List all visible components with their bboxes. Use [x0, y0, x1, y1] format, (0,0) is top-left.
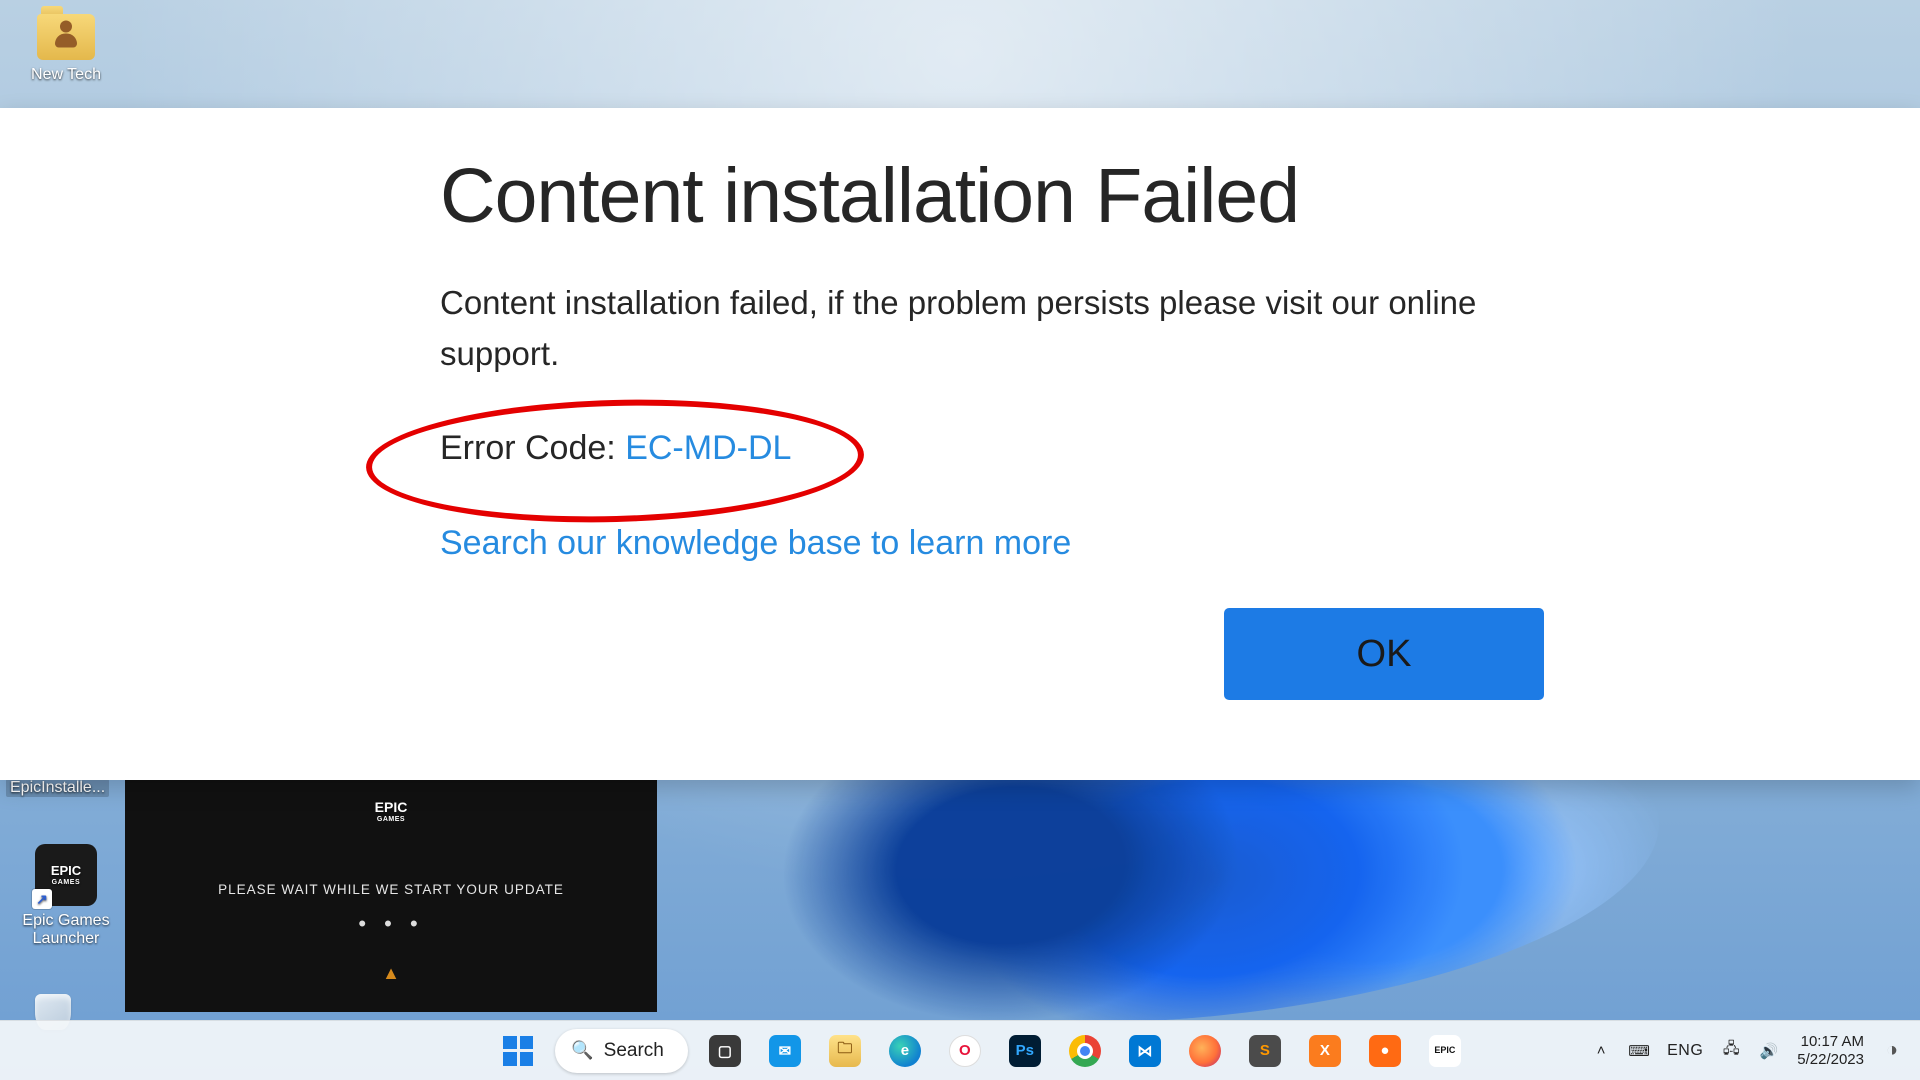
edge-icon: e [889, 1035, 921, 1067]
taskbar-app-firefox[interactable] [1182, 1028, 1228, 1074]
firefox-icon [1189, 1035, 1221, 1067]
task-view-icon: ▢ [709, 1035, 741, 1067]
clock-time: 10:17 AM [1797, 1033, 1864, 1051]
clock-date: 5/22/2023 [1797, 1051, 1864, 1069]
error-code-row: Error Code: EC-MD-DL [440, 425, 821, 472]
epic-games-updater-window[interactable]: EPIC GAMES PLEASE WAIT WHILE WE START YO… [125, 780, 657, 1012]
mail-icon: ✉ [769, 1035, 801, 1067]
epic-games-logo-icon: EPIC GAMES [360, 780, 422, 842]
desktop-icon-new-tech-folder[interactable]: New Tech [18, 14, 114, 84]
search-icon: 🔍 [571, 1040, 593, 1061]
folder-icon: 🗀 [829, 1035, 861, 1067]
warning-icon: ▲ [125, 963, 657, 984]
windows-logo-icon [503, 1036, 533, 1066]
knowledge-base-link[interactable]: Search our knowledge base to learn more [440, 524, 1480, 563]
epic-games-taskbar-icon: EPIC [1429, 1035, 1461, 1067]
error-code-label: Error Code: [440, 429, 625, 467]
photoshop-icon: Ps [1009, 1035, 1041, 1067]
recorder-icon: ● [1369, 1035, 1401, 1067]
desktop-icon-label: New Tech [31, 66, 101, 84]
taskbar-app-photoshop[interactable]: Ps [1002, 1028, 1048, 1074]
error-dialog: Content installation Failed Content inst… [0, 108, 1920, 780]
ok-button[interactable]: OK [1224, 608, 1544, 700]
taskbar-app-chrome[interactable] [1062, 1028, 1108, 1074]
taskbar-app-vscode[interactable]: ⋈ [1122, 1028, 1168, 1074]
dialog-title: Content installation Failed [440, 156, 1480, 237]
vscode-icon: ⋈ [1129, 1035, 1161, 1067]
notification-center-button[interactable]: ◑ [1882, 1041, 1902, 1061]
desktop-icon-epic-installer-label[interactable]: EpicInstalle... [6, 779, 109, 797]
taskbar-search[interactable]: 🔍 Search [555, 1029, 688, 1073]
taskbar-app-file-explorer[interactable]: 🗀 [822, 1028, 868, 1074]
xampp-icon: X [1309, 1035, 1341, 1067]
taskbar-app-screen-recorder[interactable]: ● [1362, 1028, 1408, 1074]
task-view-button[interactable]: ▢ [702, 1028, 748, 1074]
network-icon[interactable]: 🖧 [1721, 1041, 1741, 1061]
opera-icon: O [949, 1035, 981, 1067]
keyboard-icon[interactable]: ⌨ [1629, 1041, 1649, 1061]
taskbar-app-epic-games[interactable]: EPIC [1422, 1028, 1468, 1074]
taskbar-app-edge[interactable]: e [882, 1028, 928, 1074]
chrome-icon [1069, 1035, 1101, 1067]
tray-overflow-button[interactable]: ˄ [1591, 1041, 1611, 1061]
taskbar-app-sublime[interactable]: S [1242, 1028, 1288, 1074]
taskbar-center: 🔍 Search ▢ ✉ 🗀 e O Ps ⋈ [390, 1028, 1573, 1074]
desktop-icon-label: Epic Games Launcher [18, 912, 114, 948]
shortcut-arrow-icon: ↗ [32, 889, 52, 909]
loading-dots-icon: • • • [125, 911, 657, 937]
start-button[interactable] [495, 1028, 541, 1074]
epic-games-icon: EPIC GAMES ↗ [35, 844, 97, 906]
language-indicator[interactable]: ENG [1667, 1042, 1703, 1060]
taskbar-clock[interactable]: 10:17 AM 5/22/2023 [1797, 1033, 1864, 1069]
taskbar-app-mail[interactable]: ✉ [762, 1028, 808, 1074]
desktop-icon-epic-games-launcher[interactable]: EPIC GAMES ↗ Epic Games Launcher [18, 844, 114, 948]
volume-icon[interactable]: 🔊 [1759, 1041, 1779, 1061]
search-label: Search [604, 1040, 664, 1062]
taskbar-app-xampp[interactable]: X [1302, 1028, 1348, 1074]
taskbar-app-opera[interactable]: O [942, 1028, 988, 1074]
taskbar: 🔍 Search ▢ ✉ 🗀 e O Ps ⋈ [0, 1020, 1920, 1080]
user-folder-icon [37, 14, 95, 60]
sublime-icon: S [1249, 1035, 1281, 1067]
system-tray: ˄ ⌨ ENG 🖧 🔊 10:17 AM 5/22/2023 ◑ [1573, 1033, 1920, 1069]
dialog-body-text: Content installation failed, if the prob… [440, 277, 1480, 379]
error-code-value[interactable]: EC-MD-DL [625, 429, 791, 467]
updater-status-text: PLEASE WAIT WHILE WE START YOUR UPDATE [125, 882, 657, 897]
